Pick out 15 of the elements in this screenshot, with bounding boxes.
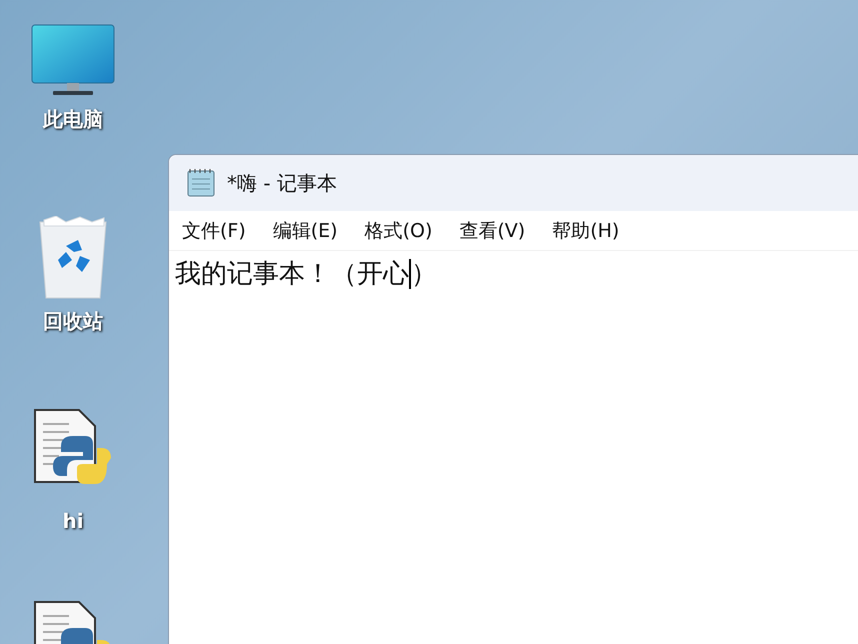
shortcut-label: hi <box>62 508 84 535</box>
window-title: *嗨 - 记事本 <box>227 170 337 197</box>
text-area[interactable]: 我的记事本！（开心） <box>169 251 858 644</box>
monitor-icon <box>31 24 115 98</box>
menu-item[interactable]: 编辑(E) <box>264 210 347 250</box>
editor-text: ） <box>411 258 437 291</box>
menu-item[interactable]: 文件(F) <box>173 210 255 250</box>
menu-item[interactable]: 格式(O) <box>356 210 442 250</box>
editor-text: 我的记事本！（开心 <box>175 258 409 291</box>
shortcut-label: 此电脑 <box>43 106 103 133</box>
menu-item[interactable]: 查看(V) <box>450 210 534 250</box>
notepad-icon <box>185 168 217 198</box>
menu-item[interactable]: 帮助(H) <box>543 210 628 250</box>
shortcut-label: 回收站 <box>43 308 103 335</box>
text-cursor <box>409 259 411 289</box>
